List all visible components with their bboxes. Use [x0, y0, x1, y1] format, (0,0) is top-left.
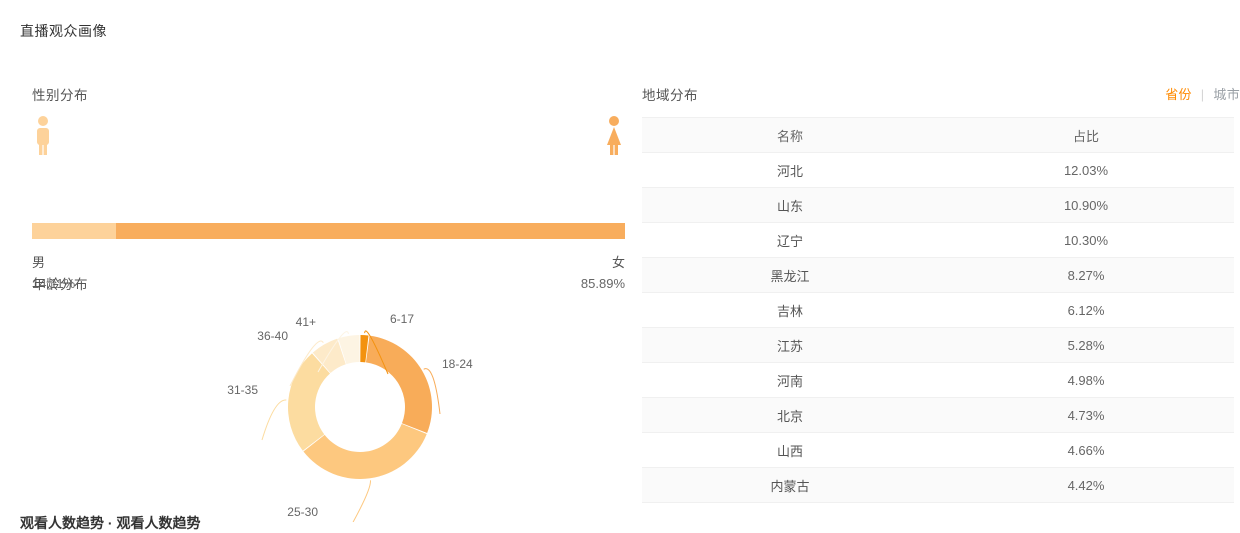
cell-region-name: 北京: [642, 397, 938, 433]
next-section-title-clipped: 观看人数趋势 · 观看人数趋势: [20, 515, 201, 531]
cell-region-name: 吉林: [642, 292, 938, 328]
cell-region-ratio: 4.73%: [938, 397, 1234, 433]
female-percent: 85.89%: [580, 276, 625, 291]
female-label: 女: [611, 255, 625, 270]
toggle-city[interactable]: 城市: [1213, 87, 1240, 102]
gender-distribution-bar: [32, 223, 625, 239]
cell-region-name: 内蒙古: [642, 467, 938, 503]
cell-region-ratio: 4.98%: [938, 362, 1234, 398]
cell-region-ratio: 4.42%: [938, 467, 1234, 503]
donut-leader-line-31-35: [261, 399, 287, 441]
table-row[interactable]: 河北 12.03%: [642, 152, 1234, 188]
table-row[interactable]: 内蒙古 4.42%: [642, 467, 1234, 503]
donut-segment-18-24[interactable]: [365, 335, 432, 434]
female-figure-icon: [603, 115, 625, 157]
table-body: 河北 12.03% 山东 10.90% 辽宁 10.30% 黑龙江 8.27% 吉林 6.12% 江…: [642, 152, 1234, 503]
donut-label-25-30: 25-30: [287, 505, 318, 519]
cell-region-name: 河北: [642, 152, 938, 188]
table-row[interactable]: 吉林 6.12%: [642, 292, 1234, 328]
toggle-separator: |: [1200, 87, 1205, 102]
gender-icons-row: [32, 115, 625, 157]
age-section-title: 年龄分布: [32, 277, 88, 292]
table-header-row: 名称 占比: [642, 117, 1234, 153]
donut-label-18-24: 18-24: [442, 357, 473, 371]
cell-region-ratio: 8.27%: [938, 257, 1234, 293]
page-title: 直播观众画像: [20, 23, 107, 39]
donut-label-31-35: 31-35: [227, 383, 258, 397]
donut-label-36-40: 36-40: [257, 329, 288, 343]
cell-region-name: 辽宁: [642, 222, 938, 258]
gender-section-title: 性别分布: [32, 88, 88, 103]
table-row[interactable]: 辽宁 10.30%: [642, 222, 1234, 258]
table-row[interactable]: 江苏 5.28%: [642, 327, 1234, 363]
column-header-ratio: 占比: [938, 117, 1234, 153]
cell-region-ratio: 10.90%: [938, 187, 1234, 223]
donut-leader-line-25-30: [346, 480, 371, 533]
cell-region-ratio: 10.30%: [938, 222, 1234, 258]
region-scope-toggle[interactable]: 省份 | 城市: [1165, 84, 1240, 103]
region-distribution-table: 名称 占比 河北 12.03% 山东 10.90% 辽宁 10.30% 黑龙江 8.27% 吉林…: [642, 117, 1234, 503]
donut-svg: [261, 330, 441, 533]
male-figure-icon: [32, 115, 54, 157]
cell-region-ratio: 12.03%: [938, 152, 1234, 188]
cell-region-ratio: 4.66%: [938, 432, 1234, 468]
table-row[interactable]: 北京 4.73%: [642, 397, 1234, 433]
cell-region-name: 山西: [642, 432, 938, 468]
table-row[interactable]: 山西 4.66%: [642, 432, 1234, 468]
gender-bar-male-segment: [32, 223, 116, 239]
donut-label-6-17: 6-17: [390, 312, 415, 326]
cell-region-name: 山东: [642, 187, 938, 223]
table-row[interactable]: 黑龙江 8.27%: [642, 257, 1234, 293]
cell-region-name: 河南: [642, 362, 938, 398]
toggle-province[interactable]: 省份: [1165, 87, 1192, 102]
column-header-name: 名称: [642, 117, 938, 153]
cell-region-ratio: 5.28%: [938, 327, 1234, 363]
male-label: 男: [32, 255, 46, 270]
age-distribution-donut-chart: 6-17 18-24 25-30 31-35 36-40 41+: [150, 292, 570, 533]
region-section-title: 地域分布: [642, 88, 698, 103]
table-row[interactable]: 河南 4.98%: [642, 362, 1234, 398]
audience-profile-left-panel: 性别分布 男 14.11% 女 85.89% 年龄分布 6-17 18-24 2…: [0, 62, 640, 533]
cell-region-name: 江苏: [642, 327, 938, 363]
cell-region-name: 黑龙江: [642, 257, 938, 293]
donut-label-41+: 41+: [295, 315, 316, 329]
table-row[interactable]: 山东 10.90%: [642, 187, 1234, 223]
gender-legend-female: 女 85.89%: [581, 252, 625, 294]
region-distribution-panel: 地域分布 省份 | 城市 名称 占比 河北 12.03% 山东 10.90% 辽宁 10.…: [640, 62, 1240, 522]
cell-region-ratio: 6.12%: [938, 292, 1234, 328]
